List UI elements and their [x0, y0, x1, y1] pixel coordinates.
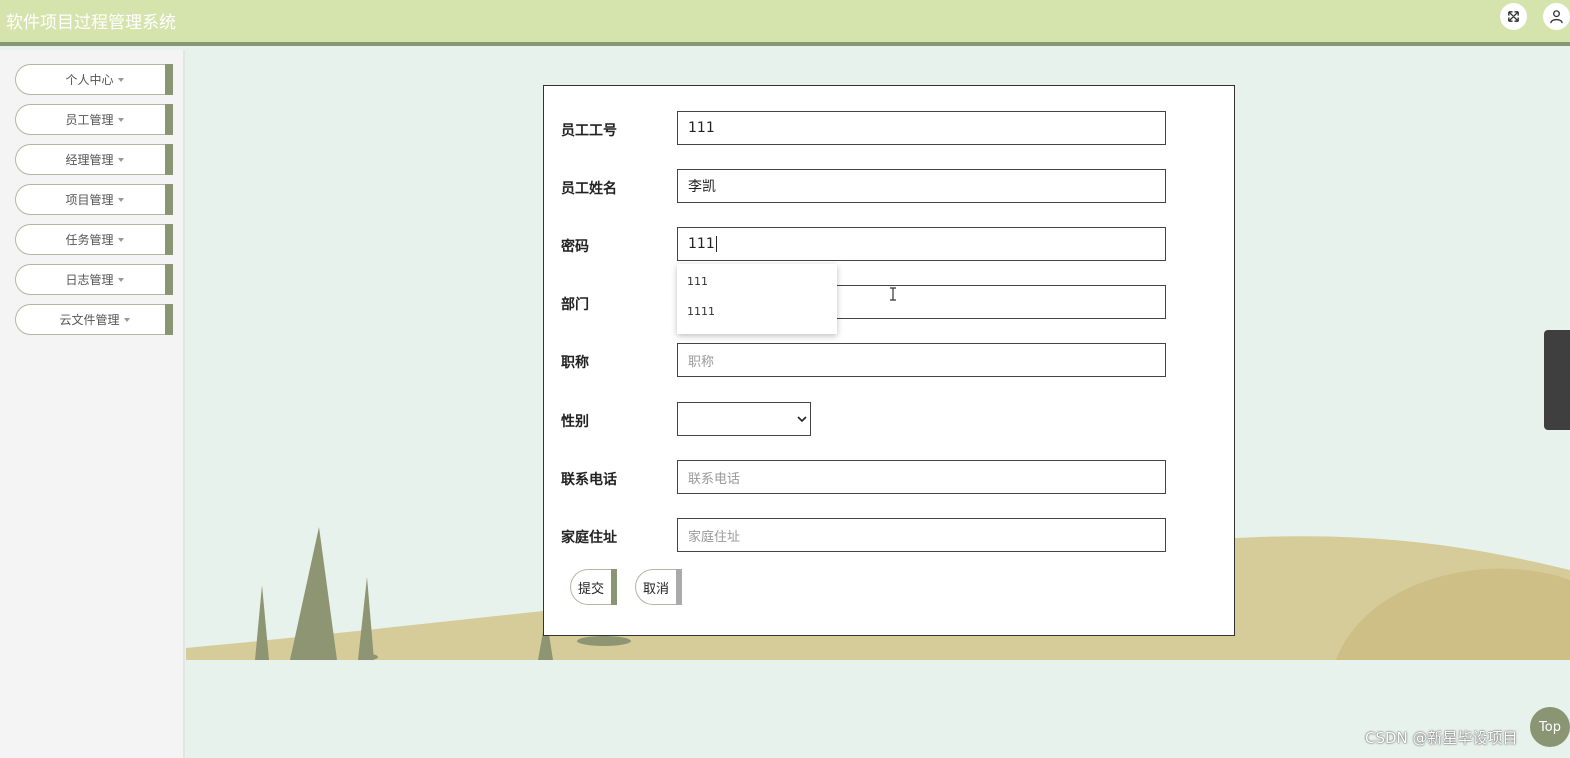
job-title-label: 职称: [561, 355, 589, 371]
caret-down-icon: [117, 238, 124, 242]
job-title-input[interactable]: 职称: [677, 343, 1166, 377]
side-panel-handle[interactable]: [1544, 330, 1570, 430]
caret-down-icon: [117, 158, 124, 162]
sidebar-item-personal-center[interactable]: 个人中心: [15, 64, 173, 95]
sidebar-item-label: 项目管理: [65, 193, 114, 207]
gender-select[interactable]: [677, 402, 811, 436]
sidebar-item-employee-management[interactable]: 员工管理: [15, 104, 173, 135]
fullscreen-button[interactable]: [1500, 3, 1527, 30]
sidebar-item-label: 日志管理: [65, 273, 114, 287]
cancel-label: 取消: [642, 581, 669, 597]
app-title: 软件项目过程管理系统: [6, 13, 176, 33]
sidebar-item-task-management[interactable]: 任务管理: [15, 224, 173, 255]
sidebar-item-label: 云文件管理: [59, 313, 120, 327]
address-label: 家庭住址: [561, 530, 617, 546]
text-cursor-icon: [890, 287, 896, 301]
back-to-top-label: Top: [1539, 719, 1561, 735]
caret-down-icon: [117, 78, 124, 82]
employee-id-input[interactable]: 111: [677, 111, 1166, 145]
sidebar-item-label: 经理管理: [65, 153, 114, 167]
caret-down-icon: [117, 118, 124, 122]
phone-input[interactable]: 联系电话: [677, 460, 1166, 494]
back-to-top-button[interactable]: Top: [1530, 707, 1570, 747]
app-header: 软件项目过程管理系统: [0, 0, 1570, 46]
address-input[interactable]: 家庭住址: [677, 518, 1166, 552]
password-label: 密码: [561, 239, 589, 255]
department-label: 部门: [561, 297, 589, 313]
submit-button[interactable]: 提交: [570, 569, 617, 605]
cancel-button[interactable]: 取消: [635, 569, 682, 605]
caret-down-icon: [117, 198, 124, 202]
sidebar-item-log-management[interactable]: 日志管理: [15, 264, 173, 295]
password-input[interactable]: 111: [677, 227, 1166, 261]
phone-placeholder: 联系电话: [688, 471, 741, 487]
employee-form-card: 员工工号 111 员工姓名 李凯 密码 111 部门 职称 职称 性别 联系电话…: [543, 85, 1235, 636]
employee-name-value: 李凯: [688, 179, 716, 195]
caret-down-icon: [117, 278, 124, 282]
sidebar-item-cloud-file-management[interactable]: 云文件管理: [15, 304, 173, 335]
sidebar-item-label: 个人中心: [65, 73, 114, 87]
sidebar-item-label: 员工管理: [65, 113, 114, 127]
gender-label: 性别: [561, 414, 589, 430]
employee-name-input[interactable]: 李凯: [677, 169, 1166, 203]
password-autocomplete: 111 1111: [677, 264, 837, 334]
job-title-placeholder: 职称: [688, 354, 715, 370]
autocomplete-option[interactable]: 111: [687, 275, 708, 288]
password-value: 111: [688, 236, 715, 252]
submit-label: 提交: [577, 581, 604, 597]
employee-name-label: 员工姓名: [561, 181, 617, 197]
fullscreen-icon: [1508, 11, 1519, 22]
sidebar-item-manager-management[interactable]: 经理管理: [15, 144, 173, 175]
employee-id-label: 员工工号: [561, 123, 617, 139]
chevron-down-icon: [797, 416, 807, 423]
user-button[interactable]: [1543, 3, 1570, 30]
caret-down-icon: [123, 318, 130, 322]
phone-label: 联系电话: [561, 472, 617, 488]
sidebar-item-label: 任务管理: [65, 233, 114, 247]
watermark: CSDN @新星毕设项目: [1365, 729, 1518, 747]
employee-id-value: 111: [688, 120, 715, 136]
sidebar-item-project-management[interactable]: 项目管理: [15, 184, 173, 215]
autocomplete-option[interactable]: 1111: [687, 305, 715, 318]
user-icon: [1550, 10, 1563, 24]
text-cursor: [715, 236, 717, 252]
address-placeholder: 家庭住址: [688, 529, 741, 545]
